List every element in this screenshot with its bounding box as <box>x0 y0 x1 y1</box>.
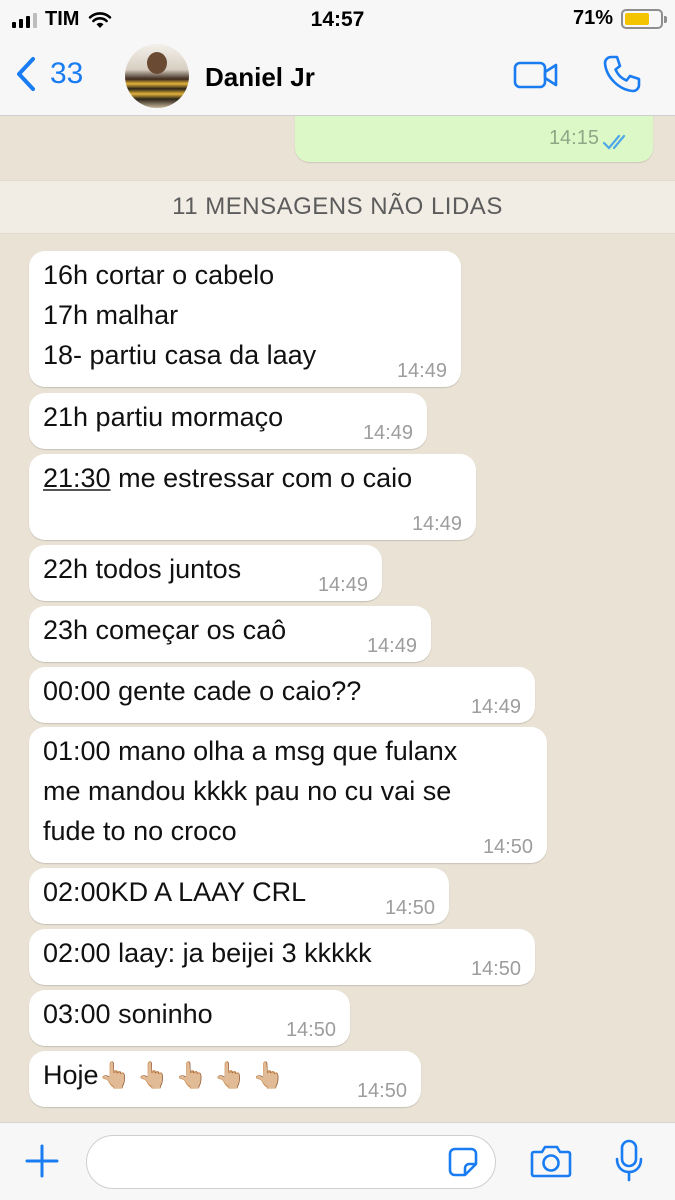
incoming-message[interactable]: 01:00 mano olha a msg que fulanx me mand… <box>29 727 547 863</box>
message-text: Hoje👆🏼👆🏼👆🏼👆🏼👆🏼 <box>43 1060 291 1091</box>
chat-area[interactable]: 14:15 11 MENSAGENS NÃO LIDAS 16h cortar … <box>0 116 675 1122</box>
avatar[interactable] <box>125 44 189 108</box>
pointing-up-emoji: 👆🏼👆🏼👆🏼👆🏼👆🏼 <box>98 1061 291 1091</box>
unread-messages-banner: 11 MENSAGENS NÃO LIDAS <box>0 180 675 234</box>
message-time: 14:49 <box>362 422 413 444</box>
camera-button[interactable] <box>530 1143 572 1184</box>
video-call-button[interactable] <box>513 60 559 95</box>
incoming-message[interactable]: 03:00 soninho 14:50 <box>29 990 350 1046</box>
read-receipt-icon <box>603 134 626 150</box>
sticker-icon <box>448 1147 478 1177</box>
attach-button[interactable] <box>24 1143 60 1184</box>
incoming-message[interactable]: Hoje👆🏼👆🏼👆🏼👆🏼👆🏼 14:50 <box>29 1051 421 1107</box>
message-time: 14:49 <box>317 574 368 596</box>
battery-icon <box>621 8 667 29</box>
message-text: 01:00 mano olha a msg que fulanx me mand… <box>43 736 458 846</box>
message-time: 14:49 <box>470 696 521 718</box>
message-time: 14:49 <box>396 360 447 382</box>
camera-icon <box>530 1145 572 1178</box>
plus-icon <box>25 1144 59 1178</box>
message-time: 14:50 <box>384 897 435 919</box>
message-input[interactable] <box>86 1135 496 1189</box>
message-text: 00:00 gente cade o caio?? <box>43 676 362 706</box>
unread-chats-count: 33 <box>50 57 84 90</box>
incoming-message[interactable]: 02:00KD A LAAY CRL 14:50 <box>29 868 449 924</box>
message-text: 21h partiu mormaço <box>43 402 284 432</box>
message-text: 02:00KD A LAAY CRL <box>43 877 307 907</box>
message-time: 14:50 <box>285 1019 336 1041</box>
message-text: 21:30 me estressar com o caio <box>43 463 413 493</box>
incoming-message[interactable]: 00:00 gente cade o caio?? 14:49 <box>29 667 535 723</box>
battery-percent: 71% <box>572 7 613 29</box>
chat-header: 33 Daniel Jr <box>0 38 675 116</box>
incoming-message[interactable]: 02:00 laay: ja beijei 3 kkkkk 14:50 <box>29 929 535 985</box>
message-time: 14:50 <box>470 958 521 980</box>
incoming-message[interactable]: 21h partiu mormaço 14:49 <box>29 393 427 449</box>
phone-icon <box>603 55 641 93</box>
incoming-message[interactable]: 23h começar os caô 14:49 <box>29 606 431 662</box>
message-time: 14:50 <box>482 836 533 858</box>
back-button[interactable]: 33 <box>14 56 83 92</box>
incoming-message[interactable]: 16h cortar o cabelo 17h malhar 18- parti… <box>29 251 461 387</box>
microphone-button[interactable] <box>614 1139 644 1188</box>
video-camera-icon <box>513 61 558 89</box>
microphone-icon <box>615 1139 643 1182</box>
message-input-bar <box>0 1122 675 1200</box>
incoming-message[interactable]: 21:30 me estressar com o caio 14:49 <box>29 454 476 540</box>
contact-name[interactable]: Daniel Jr <box>205 62 315 93</box>
sticker-button[interactable] <box>448 1147 478 1182</box>
status-bar: TIM 14:57 71% <box>0 0 675 38</box>
outgoing-message[interactable]: 14:15 <box>295 116 653 162</box>
message-text: 02:00 laay: ja beijei 3 kkkkk <box>43 938 372 968</box>
battery-level <box>625 12 650 25</box>
incoming-message[interactable]: 22h todos juntos 14:49 <box>29 545 382 601</box>
status-right: 71% <box>572 7 667 30</box>
time-link[interactable]: 21:30 <box>43 463 111 493</box>
message-text: 16h cortar o cabelo 17h malhar 18- parti… <box>43 260 317 370</box>
message-time: 14:49 <box>411 513 462 535</box>
voice-call-button[interactable] <box>602 54 642 99</box>
message-text: 23h começar os caô <box>43 615 287 645</box>
message-time: 14:15 <box>548 127 599 149</box>
message-time: 14:49 <box>366 635 417 657</box>
message-time: 14:50 <box>356 1080 407 1102</box>
chevron-left-icon <box>17 57 35 91</box>
